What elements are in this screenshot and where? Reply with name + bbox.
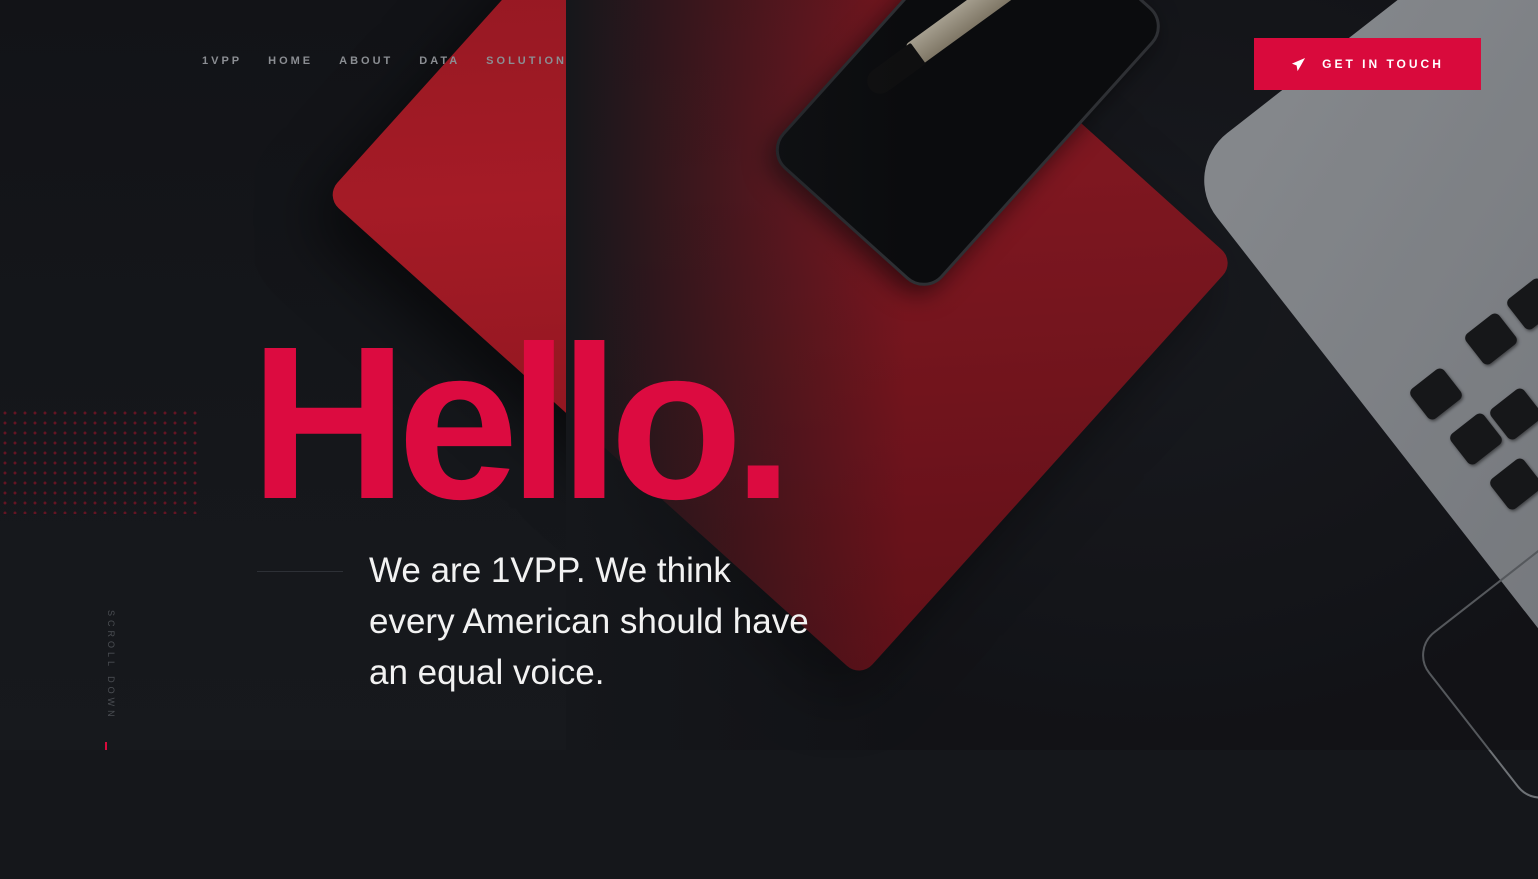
nav-item-solution[interactable]: SOLUTION [486,55,567,67]
hero-tagline: We are 1VPP. We think every American sho… [369,551,809,692]
nav-item-home[interactable]: HOME [268,55,313,67]
get-in-touch-button[interactable]: GET IN TOUCH [1254,38,1481,90]
divider-line [257,571,343,572]
get-in-touch-label: GET IN TOUCH [1322,57,1444,71]
scroll-indicator-mark [105,742,107,750]
nav-item-data[interactable]: DATA [419,55,460,67]
hero-title: Hello. [250,302,794,545]
paper-plane-icon [1292,57,1306,71]
nav-item-about[interactable]: ABOUT [339,55,393,67]
dot-pattern [0,408,198,514]
scroll-down-indicator[interactable]: SCROLL DOWN [96,610,116,721]
nav-item-1vpp[interactable]: 1VPP [202,55,242,67]
main-nav: 1VPP HOME ABOUT DATA SOLUTION [202,55,593,67]
